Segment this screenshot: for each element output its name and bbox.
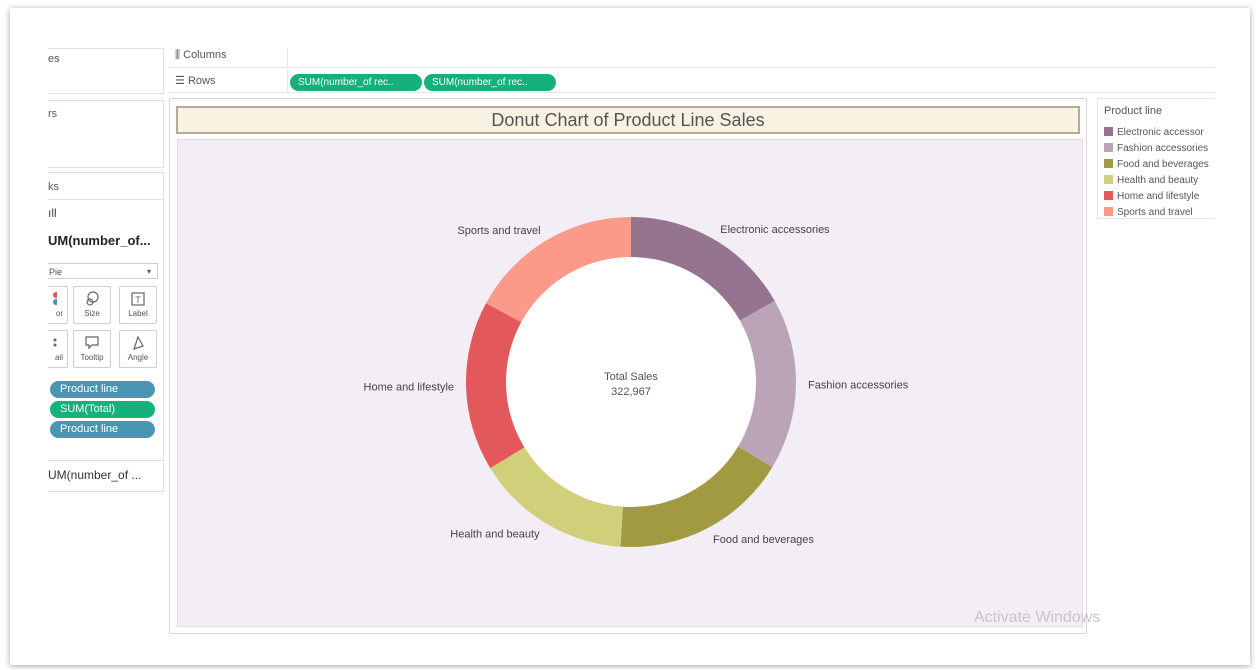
shelf-divider <box>287 48 288 67</box>
filters-card: rs <box>48 100 164 168</box>
slice-label: Fashion accessories <box>808 380 909 392</box>
legend-swatch <box>1104 143 1113 152</box>
label-button-label: Label <box>128 309 148 318</box>
columns-shelf[interactable]: ⫼ Columns <box>169 48 1215 68</box>
legend-item[interactable]: Health and beauty <box>1104 175 1198 189</box>
tooltip-button-label: Tooltip <box>80 353 104 362</box>
view-area: Donut Chart of Product Line Sales Electr… <box>169 98 1087 634</box>
rows-icon: ☰ <box>175 75 185 87</box>
rows-shelf-label: ☰ Rows <box>175 75 216 87</box>
shelf-divider <box>287 70 288 92</box>
legend-item[interactable]: Food and beverages <box>1104 159 1209 173</box>
legend-item[interactable]: Sports and travel <box>1104 207 1193 218</box>
marks-sum-title[interactable]: UM(number_of... <box>48 233 151 248</box>
slice-label: Home and lifestyle <box>364 382 455 394</box>
tableau-workspace: es rs ks ıll UM(number_of... Pie ▾ or Si… <box>48 48 1215 636</box>
marks-all-row[interactable]: ıll <box>48 199 163 224</box>
pages-card: es <box>48 48 164 94</box>
color-button[interactable]: or <box>48 286 68 324</box>
legend-item[interactable]: Electronic accessor <box>1104 127 1204 141</box>
size-icon <box>74 291 110 307</box>
tooltip-button[interactable]: Tooltip <box>73 330 111 368</box>
product-line-pill[interactable]: Product line <box>50 421 155 438</box>
donut-chart[interactable]: Electronic accessories Fashion accessorie… <box>178 140 1082 626</box>
chevron-down-icon: ▾ <box>146 267 151 276</box>
center-value: 322,967 <box>611 386 651 398</box>
detail-icon <box>48 335 67 351</box>
marks-all-label: ıll <box>48 206 57 220</box>
label-icon: T <box>120 291 156 307</box>
activate-windows-watermark: Activate Windows <box>974 609 1101 626</box>
color-icon <box>48 291 67 307</box>
tooltip-icon <box>74 335 110 351</box>
filters-label: rs <box>48 108 58 120</box>
rows-pill-2[interactable]: SUM(number_of rec.. <box>424 74 556 91</box>
sum-total-pill[interactable]: SUM(Total) <box>50 401 155 418</box>
sidebar: es rs ks ıll UM(number_of... Pie ▾ or Si… <box>48 48 166 636</box>
legend-title: Product line <box>1104 105 1163 117</box>
slice-label: Food and beverages <box>713 534 814 546</box>
chart-title[interactable]: Donut Chart of Product Line Sales <box>176 106 1080 134</box>
plot-area[interactable]: Electronic accessories Fashion accessorie… <box>177 139 1083 627</box>
angle-button[interactable]: Angle <box>119 330 157 368</box>
detail-button-label: ail <box>54 353 63 362</box>
marks-label: ks <box>48 181 59 193</box>
rows-pill-1[interactable]: SUM(number_of rec.. <box>290 74 422 91</box>
center-label: Total Sales <box>604 371 658 383</box>
slice-label: Sports and travel <box>457 225 540 237</box>
legend-swatch <box>1104 175 1113 184</box>
product-line-pill[interactable]: Product line <box>50 381 155 398</box>
legend-swatch <box>1104 127 1113 136</box>
marks-sum2-title[interactable]: UM(number_of ... <box>48 468 141 482</box>
columns-shelf-label: ⫼ Columns <box>175 49 227 61</box>
color-button-label: or <box>55 309 63 318</box>
pages-label: es <box>48 53 60 65</box>
columns-icon: ⫼ <box>175 49 181 61</box>
svg-text:T: T <box>135 295 141 305</box>
mark-type-dropdown[interactable]: Pie ▾ <box>48 263 158 279</box>
size-button-label: Size <box>84 309 100 318</box>
label-button[interactable]: T Label <box>119 286 157 324</box>
slice-label: Health and beauty <box>450 529 540 541</box>
color-legend: Product line Electronic accessor Fashion… <box>1097 98 1215 219</box>
legend-item[interactable]: Fashion accessories <box>1104 143 1208 157</box>
angle-icon <box>120 335 156 351</box>
legend-swatch <box>1104 191 1113 200</box>
mark-type-value: Pie <box>49 267 63 277</box>
detail-button[interactable]: ail <box>48 330 68 368</box>
legend-swatch <box>1104 207 1113 216</box>
angle-button-label: Angle <box>127 353 149 362</box>
size-button[interactable]: Size <box>73 286 111 324</box>
slice-label: Electronic accessories <box>720 224 830 236</box>
legend-swatch <box>1104 159 1113 168</box>
legend-item[interactable]: Home and lifestyle <box>1104 191 1199 205</box>
